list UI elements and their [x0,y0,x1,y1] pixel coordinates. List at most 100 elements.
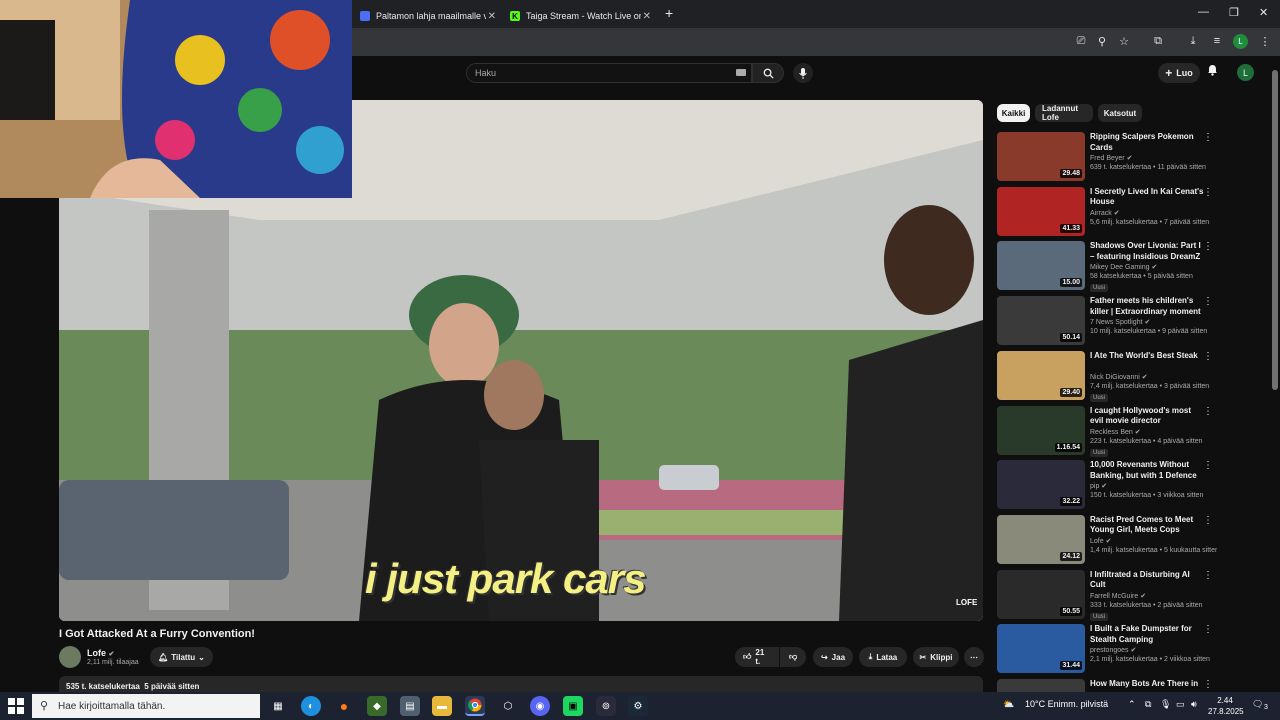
recommendation-title[interactable]: I Secretly Lived In Kai Cenat's House [1090,187,1205,208]
more-options-icon[interactable]: ⋮ [1203,679,1213,690]
recommendation-channel[interactable]: Fred Beyer ✔ [1090,154,1132,162]
recommendation-title[interactable]: Ripping Scalpers Pokemon Cards [1090,132,1205,153]
close-window-icon[interactable]: ✕ [1259,6,1268,19]
cast-icon[interactable]: ⎚ [1073,33,1089,49]
more-actions-icon[interactable]: ⋯ [964,647,984,667]
video-thumbnail[interactable]: 32.22 [997,460,1085,510]
tray-chevron-icon[interactable]: ⌃ [1128,699,1136,710]
voice-search-button[interactable] [793,63,813,83]
share-button[interactable]: ↪ Jaa [813,647,853,667]
recommendation-channel[interactable]: Farrell McGuire ✔ [1090,592,1146,600]
microphone-icon[interactable]: 🎙︎ [1160,699,1171,710]
video-thumbnail[interactable]: 50.55 [997,569,1085,619]
scrollbar-thumb[interactable] [1272,70,1278,390]
app-icon[interactable]: ⬡ [498,696,518,716]
search-button[interactable] [752,63,784,83]
download-button[interactable]: ⤓ Lataa [859,647,907,667]
more-options-icon[interactable]: ⋮ [1203,406,1213,417]
download-icon[interactable]: ⤓ [1185,33,1201,49]
recommendation-item[interactable]: 29.40 I Ate The World's Best Steak Nick Di… [997,350,1217,403]
volume-icon[interactable]: 🔊︎ [1191,699,1197,710]
youtube-avatar[interactable]: L [1237,64,1254,81]
more-options-icon[interactable]: ⋮ [1203,132,1213,143]
file-explorer-icon[interactable]: ▬ [432,696,452,716]
video-thumbnail[interactable]: 15.00 [997,241,1085,291]
tab-taiga-stream[interactable]: K Taiga Stream - Watch Live on K ✕ [502,4,657,28]
more-options-icon[interactable]: ⋮ [1203,187,1213,198]
chrome-icon[interactable] [465,696,485,716]
search-input[interactable]: Haku [466,63,752,83]
recommendation-item[interactable]: How Many Bots Are There in ⋮ [997,679,1217,692]
recommendation-title[interactable]: Racist Pred Comes to Meet Young Girl, Me… [1090,515,1205,536]
video-thumbnail[interactable] [997,679,1085,692]
more-options-icon[interactable]: ⋮ [1203,296,1213,307]
recommendation-title[interactable]: Father meets his children's killer | Ext… [1090,296,1205,317]
zoom-icon[interactable]: ⚲ [1094,33,1110,49]
tab-paltamon[interactable]: Paltamon lahja maailmalle vol. ✕ [352,4,502,28]
chip-all[interactable]: Kaikki [997,104,1030,122]
chip-uploaded-by-lofe[interactable]: Ladannut Lofe [1035,104,1093,122]
recommendation-title[interactable]: I Ate The World's Best Steak [1090,351,1205,362]
weather-icon[interactable]: ⛅ [1003,699,1014,710]
restore-icon[interactable]: ❐ [1229,6,1239,19]
recommendation-title[interactable]: I Infiltrated a Disturbing AI Cult [1090,570,1205,591]
weather-text[interactable]: 10°C Enimm. pilvistä [1025,699,1108,709]
app-icon[interactable]: ▣ [563,696,583,716]
more-options-icon[interactable]: ⋮ [1203,351,1213,362]
profile-avatar[interactable]: L [1233,34,1248,49]
task-view-icon[interactable]: ▦ [268,696,288,716]
steam-icon[interactable]: ⚙ [628,696,648,716]
video-thumbnail[interactable]: 24.12 [997,514,1085,564]
menu-icon[interactable]: ⋮ [1257,33,1273,49]
video-thumbnail[interactable]: 29.40 [997,350,1085,400]
recommendation-channel[interactable]: pip ✔ [1090,482,1107,490]
keyboard-icon[interactable] [736,69,746,76]
subscribe-button[interactable]: 🔔︎ Tilattu ⌄ [150,647,213,667]
new-tab-icon[interactable]: + [665,5,673,21]
firefox-icon[interactable]: ● [334,696,354,716]
tab-close-icon[interactable]: ✕ [643,11,651,22]
notifications-bell-icon[interactable] [1207,64,1218,79]
recommendation-title[interactable]: Shadows Over Livonia: Part I – featuring… [1090,241,1205,262]
video-thumbnail[interactable]: 41.33 [997,186,1085,236]
clip-button[interactable]: ✂ Klippi [913,647,959,667]
recommendation-title[interactable]: I caught Hollywood's most evil movie dir… [1090,406,1205,427]
video-thumbnail[interactable]: 50.14 [997,296,1085,346]
network-icon[interactable]: ⧉ [1145,699,1151,710]
chip-watched[interactable]: Katsotut [1098,104,1142,122]
star-icon[interactable]: ☆ [1116,33,1132,49]
more-options-icon[interactable]: ⋮ [1203,570,1213,581]
minimize-icon[interactable]: — [1198,6,1209,18]
windows-start-icon[interactable] [8,698,24,714]
recommendation-item[interactable]: 31.44 I Built a Fake Dumpster for Stealth… [997,624,1217,676]
recommendation-item[interactable]: 1.16.54 I caught Hollywood's most evil mo… [997,405,1217,458]
app-icon[interactable]: ▤ [400,696,420,716]
recommendation-item[interactable]: 15.00 Shadows Over Livonia: Part I – feat… [997,241,1217,293]
notification-center-icon[interactable]: 🗨︎ [1252,699,1263,710]
recommendation-channel[interactable]: Reckless Ben ✔ [1090,428,1141,436]
more-options-icon[interactable]: ⋮ [1203,515,1213,526]
recommendation-item[interactable]: 50.14 Father meets his children's killer … [997,296,1217,348]
recommendation-channel[interactable]: Mikey Dee Gaming ✔ [1090,263,1157,271]
recommendation-channel[interactable]: prestongoes ✔ [1090,646,1136,654]
more-options-icon[interactable]: ⋮ [1203,460,1213,471]
recommendation-item[interactable]: 24.12 Racist Pred Comes to Meet Young Gir… [997,514,1217,567]
edge-icon[interactable]: ◐ [301,696,321,716]
video-thumbnail[interactable]: 1.16.54 [997,405,1085,455]
create-button[interactable]: + Luo [1158,63,1200,83]
dislike-button[interactable]: 👎︎ [780,647,806,667]
channel-name[interactable]: Lofe ✔ [87,648,114,658]
recommendation-channel[interactable]: 7 News Spotlight ✔ [1090,318,1150,326]
recommendation-title[interactable]: How Many Bots Are There in [1090,679,1205,690]
recommendation-item[interactable]: 50.55 I Infiltrated a Disturbing AI Cult F… [997,569,1217,622]
recommendation-channel[interactable]: Airrack ✔ [1090,209,1120,217]
channel-avatar[interactable] [59,646,81,668]
recommendation-title[interactable]: I Built a Fake Dumpster for Stealth Camp… [1090,624,1205,645]
video-thumbnail[interactable]: 31.44 [997,624,1085,674]
taskbar-search-input[interactable]: ⚲ Hae kirjoittamalla tähän. [32,694,260,718]
recommendation-channel[interactable]: Lofe ✔ [1090,537,1111,545]
recommendation-item[interactable]: 32.22 10,000 Revenants Without Banking, b… [997,460,1217,512]
recommendation-channel[interactable]: Nick DiGiovanni ✔ [1090,373,1148,381]
recommendation-item[interactable]: 29.48 Ripping Scalpers Pokemon Cards Fred … [997,132,1217,184]
recommendation-title[interactable]: 10,000 Revenants Without Banking, but wi… [1090,460,1205,481]
